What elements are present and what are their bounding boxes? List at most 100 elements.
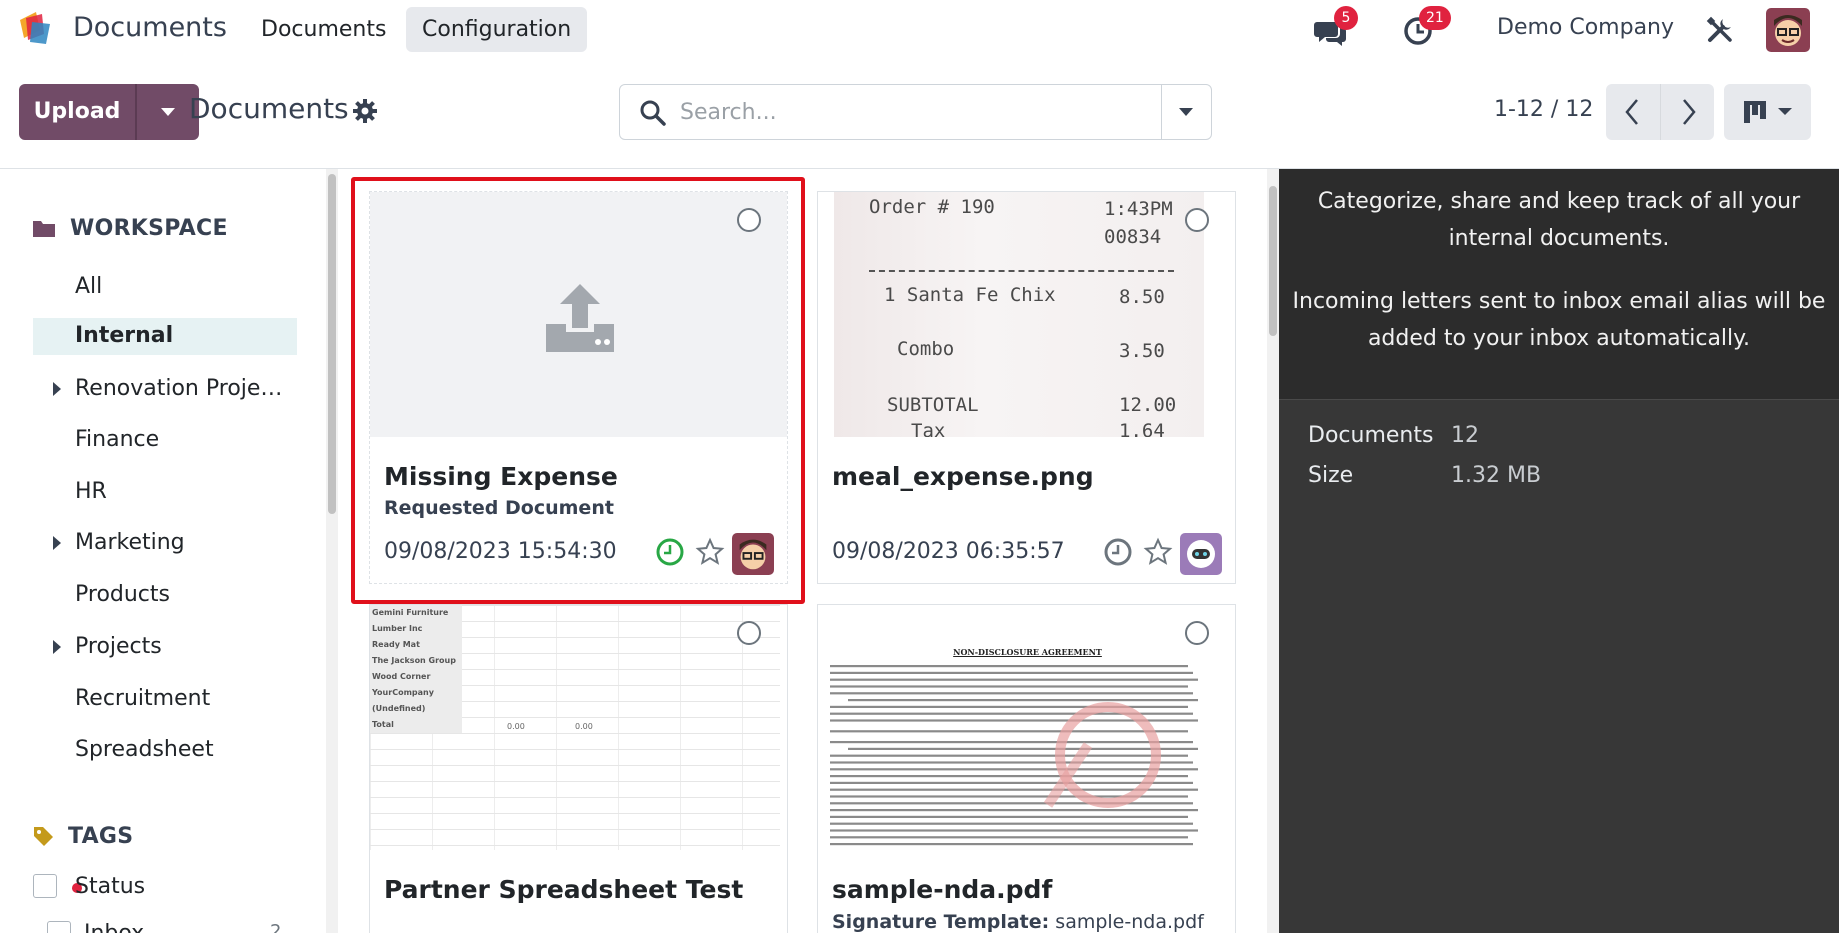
documents-app-logo-icon[interactable] bbox=[16, 10, 56, 50]
document-card-meal-expense[interactable]: Order # 190 1:43PM 00834 1 Santa Fe Chix… bbox=[817, 191, 1236, 584]
nda-text-line bbox=[830, 822, 1193, 825]
upload-icon bbox=[546, 284, 614, 352]
nda-text-line bbox=[830, 730, 1188, 733]
card-date: 09/08/2023 15:54:30 bbox=[384, 539, 617, 564]
nda-text-line bbox=[830, 761, 1193, 764]
workspace-help-text: Categorize, share and keep track of all … bbox=[1279, 169, 1839, 400]
activity-clock-icon[interactable] bbox=[655, 537, 685, 567]
sidebar-item-internal[interactable]: Internal bbox=[75, 318, 173, 354]
kanban-scrollbar-thumb[interactable] bbox=[1269, 186, 1277, 336]
menu-configuration[interactable]: Configuration bbox=[406, 7, 588, 52]
user-avatar[interactable] bbox=[1766, 8, 1810, 52]
upload-button-group: Upload bbox=[19, 84, 199, 140]
receipt-subtotal: 12.00 bbox=[1119, 394, 1177, 416]
sidebar-item-recruitment[interactable]: Recruitment bbox=[75, 681, 210, 717]
pager-value[interactable]: 1-12 / 12 bbox=[1494, 97, 1593, 122]
kanban-area: Missing Expense Requested Document 09/08… bbox=[340, 169, 1267, 933]
sidebar-item-projects[interactable]: Projects bbox=[75, 629, 162, 665]
tag-status-label[interactable]: Status bbox=[75, 869, 145, 905]
card-select-radio[interactable] bbox=[1185, 621, 1209, 645]
document-card-sample-nda[interactable]: NON-DISCLOSURE AGREEMENT sample-nda.pdf … bbox=[817, 604, 1236, 933]
spreadsheet-row-label: (Undefined) bbox=[372, 704, 426, 713]
sidebar-item-renovation-project[interactable]: Renovation Proje… bbox=[75, 371, 282, 407]
menu-documents[interactable]: Documents bbox=[245, 7, 402, 52]
star-icon[interactable] bbox=[695, 537, 725, 567]
debug-tools-icon[interactable] bbox=[1705, 15, 1735, 45]
card-thumbnail: NON-DISCLOSURE AGREEMENT bbox=[818, 605, 1235, 850]
receipt-line2-name: Combo bbox=[897, 338, 955, 360]
documents-count-value: 12 bbox=[1451, 423, 1479, 448]
caret-right-icon[interactable] bbox=[53, 640, 61, 654]
app-name[interactable]: Documents bbox=[73, 12, 227, 43]
gear-icon[interactable] bbox=[352, 98, 378, 124]
sidebar-scrollbar-thumb[interactable] bbox=[328, 174, 336, 514]
company-switcher[interactable]: Demo Company bbox=[1497, 15, 1674, 40]
card-thumbnail bbox=[370, 192, 787, 437]
card-subtitle: Signature Template: sample-nda.pdf bbox=[832, 911, 1204, 933]
card-select-radio[interactable] bbox=[1185, 208, 1209, 232]
sidebar-item-marketing[interactable]: Marketing bbox=[75, 525, 185, 561]
tags-header-label: TAGS bbox=[68, 823, 134, 849]
document-card-partner-spreadsheet[interactable]: Gemini Furniture Lumber Inc Ready Mat The J… bbox=[369, 604, 788, 933]
nda-document-preview: NON-DISCLOSURE AGREEMENT bbox=[818, 605, 1235, 850]
receipt-image: Order # 190 1:43PM 00834 1 Santa Fe Chix… bbox=[834, 192, 1204, 437]
tag-inbox-label[interactable]: Inbox bbox=[84, 916, 144, 933]
nda-text-line bbox=[830, 802, 1193, 805]
tag-inbox-checkbox[interactable] bbox=[47, 921, 71, 933]
nda-text-line bbox=[830, 836, 1188, 839]
view-switcher-button[interactable] bbox=[1724, 84, 1811, 140]
caret-right-icon[interactable] bbox=[53, 536, 61, 550]
nda-text-line bbox=[830, 781, 1193, 784]
search-input[interactable] bbox=[680, 85, 1180, 139]
spreadsheet-row-label: Wood Corner bbox=[372, 672, 431, 681]
discuss-count-badge: 5 bbox=[1334, 6, 1358, 30]
spreadsheet-row-label: The Jackson Group bbox=[372, 656, 456, 665]
nda-text-line bbox=[830, 775, 1188, 778]
pager-next-button[interactable] bbox=[1660, 84, 1714, 140]
star-icon[interactable] bbox=[1143, 537, 1173, 567]
card-subtitle: Requested Document bbox=[384, 497, 614, 519]
tag-icon bbox=[34, 827, 53, 846]
receipt-line1-price: 8.50 bbox=[1119, 286, 1165, 308]
sidebar-item-all[interactable]: All bbox=[75, 269, 102, 305]
sidebar-item-finance[interactable]: Finance bbox=[75, 422, 159, 458]
receipt-code: 00834 bbox=[1104, 226, 1162, 248]
receipt-tax-label: Tax bbox=[911, 420, 946, 437]
nda-text-line bbox=[830, 678, 1198, 681]
nda-text-line bbox=[830, 754, 1188, 757]
card-title: Missing Expense bbox=[384, 462, 618, 491]
card-thumbnail: Gemini Furniture Lumber Inc Ready Mat The J… bbox=[370, 605, 787, 850]
nda-text-line bbox=[830, 671, 1193, 674]
nda-text-line bbox=[848, 699, 1198, 702]
card-select-radio[interactable] bbox=[737, 208, 761, 232]
spreadsheet-total-1: 0.00 bbox=[507, 722, 525, 731]
sidebar-item-hr[interactable]: HR bbox=[75, 474, 107, 510]
pager-previous-button[interactable] bbox=[1606, 84, 1660, 140]
odoobot-avatar bbox=[1180, 533, 1222, 575]
sidebar-item-products[interactable]: Products bbox=[75, 577, 170, 613]
sidebar-item-spreadsheet[interactable]: Spreadsheet bbox=[75, 732, 214, 768]
caret-right-icon[interactable] bbox=[53, 382, 61, 396]
chevron-left-icon bbox=[1625, 99, 1638, 125]
document-card-missing-expense[interactable]: Missing Expense Requested Document 09/08… bbox=[369, 191, 788, 584]
upload-button[interactable]: Upload bbox=[19, 84, 137, 140]
card-title: sample-nda.pdf bbox=[832, 875, 1053, 904]
tag-inbox-count: 2 bbox=[270, 921, 282, 933]
card-thumbnail: Order # 190 1:43PM 00834 1 Santa Fe Chix… bbox=[818, 192, 1235, 437]
tag-status-checkbox[interactable] bbox=[33, 874, 57, 898]
workspace-sidebar: WORKSPACE All Internal Renovation Proje…… bbox=[0, 169, 322, 933]
card-select-radio[interactable] bbox=[737, 621, 761, 645]
receipt-tax: 1.64 bbox=[1119, 420, 1165, 437]
nda-text-line bbox=[830, 692, 1193, 695]
nda-text-line bbox=[830, 741, 1193, 744]
activity-clock-icon[interactable] bbox=[1103, 537, 1133, 567]
size-value: 1.32 MB bbox=[1451, 463, 1542, 488]
signature-template-label: Signature Template: bbox=[832, 911, 1050, 933]
spreadsheet-rows: Gemini Furniture Lumber Inc Ready Mat The J… bbox=[370, 605, 462, 733]
search-options-toggle[interactable] bbox=[1162, 85, 1212, 139]
card-title: meal_expense.png bbox=[832, 462, 1094, 491]
chevron-right-icon bbox=[1683, 99, 1696, 125]
spreadsheet-row-label: YourCompany bbox=[372, 688, 434, 697]
help-line-2: internal documents. bbox=[1448, 226, 1670, 251]
help-line-1: Categorize, share and keep track of all … bbox=[1317, 189, 1801, 214]
